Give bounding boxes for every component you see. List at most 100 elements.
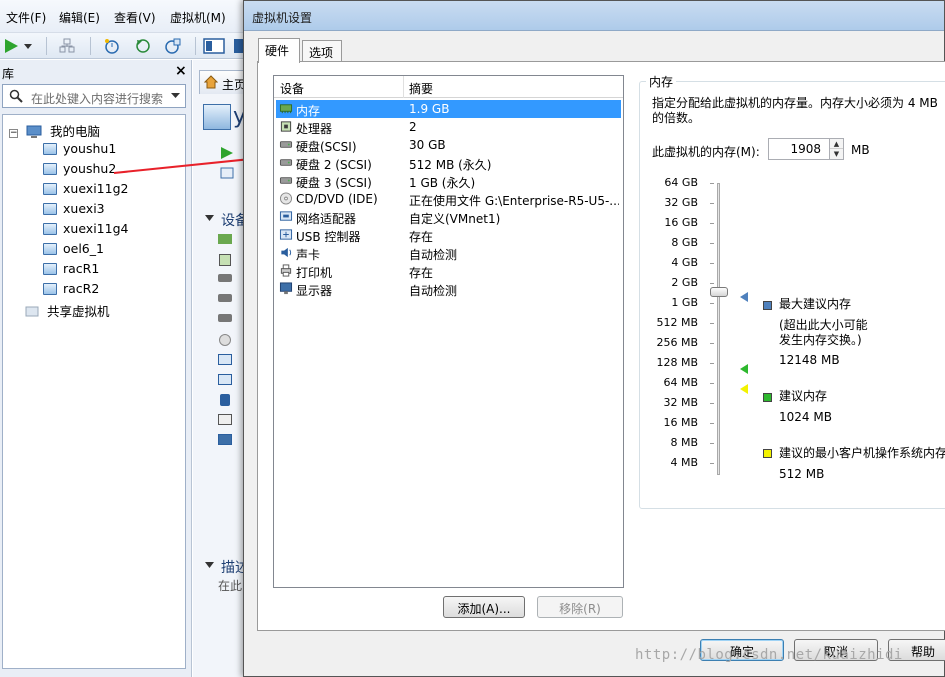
tab-hardware[interactable]: 硬件 (258, 38, 300, 63)
device-row[interactable]: 声卡 自动检测 (276, 244, 621, 262)
vm-label: youshu2 (63, 161, 117, 176)
tree-vm-item[interactable]: xuexi3 (43, 201, 105, 219)
memory-size-label: 此虚拟机的内存(M): (652, 145, 760, 159)
min-legend-value: 512 MB (779, 467, 825, 481)
hard-disk-icon (218, 294, 232, 302)
tab-options[interactable]: 选项 (302, 40, 342, 62)
network-adapter-icon (218, 354, 232, 365)
max-recommended-marker (740, 292, 748, 302)
display-icon (218, 434, 232, 445)
vm-icon (43, 143, 57, 155)
play-icon[interactable] (2, 37, 20, 55)
toolbar-separator (90, 37, 91, 55)
column-summary[interactable]: 摘要 (409, 80, 433, 97)
device-row[interactable]: 硬盘(SCSI) 30 GB (276, 136, 621, 154)
hard-disk-icon (279, 159, 293, 166)
memory-spinner[interactable]: ▲ ▼ (829, 138, 844, 160)
menu-view[interactable]: 查看(V) (114, 9, 156, 26)
memory-icon (279, 104, 293, 114)
snapshot-icon[interactable] (103, 37, 121, 55)
shared-vms-label: 共享虚拟机 (46, 304, 110, 319)
tree-vm-item[interactable]: xuexi11g4 (43, 221, 128, 239)
printer-icon (218, 414, 232, 425)
scale-tick (710, 223, 714, 224)
scale-label: 256 MB (656, 336, 698, 349)
menu-edit[interactable]: 编辑(E) (59, 9, 100, 26)
recommended-legend-title: 建议内存 (779, 389, 828, 403)
menu-vm[interactable]: 虚拟机(M) (170, 9, 226, 26)
tree-vm-item[interactable]: oel6_1 (43, 241, 104, 259)
column-device[interactable]: 设备 (280, 80, 304, 97)
watermark-text: http://blog.csdn.net/kuaizhidi (635, 647, 903, 663)
dialog-title-bar[interactable]: 虚拟机设置 (244, 1, 944, 31)
search-icon (9, 89, 23, 103)
scale-label: 64 GB (664, 176, 698, 189)
column-divider[interactable] (403, 76, 404, 98)
device-row[interactable]: CD/DVD (IDE) 正在使用文件 G:\Enterprise-R5-U5-.… (276, 190, 621, 208)
memory-size-input[interactable]: 1908 (768, 138, 830, 160)
scale-label: 512 MB (656, 316, 698, 329)
menu-file[interactable]: 文件(F) (6, 9, 46, 26)
device-row[interactable]: 处理器 2 (276, 118, 621, 136)
dialog-title: 虚拟机设置 (252, 11, 313, 25)
memory-slider-thumb[interactable] (710, 287, 728, 297)
sound-card-icon (281, 247, 292, 258)
device-list[interactable]: 设备 摘要 内存 1.9 GB 处理器 2 硬盘(SCSI) 30 GB 硬盘 2 (SCS… (273, 75, 624, 588)
vm-icon (43, 223, 57, 235)
tree-shared-vms[interactable]: 共享虚拟机 (25, 301, 110, 319)
cd-dvd-icon (279, 192, 293, 205)
device-summary: 1.9 GB (409, 102, 450, 116)
tree-vm-item[interactable]: xuexi11g2 (43, 181, 128, 199)
scale-tick (710, 243, 714, 244)
tree-vm-item[interactable]: racR2 (43, 281, 99, 299)
spin-up-icon[interactable]: ▲ (830, 139, 843, 149)
home-icon (204, 75, 218, 89)
device-row[interactable]: 硬盘 2 (SCSI) 512 MB (永久) (276, 154, 621, 172)
scale-label: 4 GB (671, 256, 698, 269)
tree-vm-item[interactable]: youshu1 (43, 141, 116, 159)
max-legend-title: 最大建议内存 (779, 297, 852, 311)
device-row[interactable]: 内存 1.9 GB (276, 100, 621, 118)
device-row[interactable]: 打印机 存在 (276, 262, 621, 280)
device-summary: 自动检测 (409, 248, 458, 262)
network-adapter-icon (279, 211, 293, 221)
computer-icon (26, 125, 42, 138)
add-device-button[interactable]: 添加(A)... (443, 596, 525, 618)
tree-root-my-computer[interactable]: − 我的电脑 (9, 121, 100, 139)
scale-label: 64 MB (663, 376, 698, 389)
remove-device-button[interactable]: 移除(R) (537, 596, 623, 618)
scale-tick (710, 423, 714, 424)
scale-label: 128 MB (656, 356, 698, 369)
chevron-down-icon[interactable] (171, 93, 180, 99)
tree-vm-item[interactable]: racR1 (43, 261, 99, 279)
device-row[interactable]: USB 控制器 存在 (276, 226, 621, 244)
toolbar-separator (46, 37, 47, 55)
library-search-input[interactable]: 在此处键入内容进行搜索 (2, 84, 186, 108)
scale-tick (710, 403, 714, 404)
revert-snapshot-icon[interactable] (134, 37, 152, 55)
chevron-down-icon[interactable] (205, 562, 214, 570)
device-row[interactable]: 硬盘 3 (SCSI) 1 GB (永久) (276, 172, 621, 190)
view-sidebar-icon[interactable] (203, 37, 225, 55)
recommended-legend-swatch (763, 393, 772, 402)
chevron-down-icon[interactable] (22, 37, 34, 55)
scale-tick (710, 303, 714, 304)
network-icon[interactable] (58, 37, 76, 55)
tree-vm-item[interactable]: youshu2 (43, 161, 116, 179)
snapshot-manager-icon[interactable] (163, 37, 181, 55)
chevron-down-icon[interactable] (205, 215, 214, 223)
device-summary: 2 (409, 120, 417, 134)
cd-dvd-icon (219, 334, 231, 346)
device-row[interactable]: 网络适配器 自定义(VMnet1) (276, 208, 621, 226)
scale-tick (710, 443, 714, 444)
close-icon[interactable]: × (175, 63, 187, 79)
memory-unit: MB (851, 143, 870, 157)
memory-slider-track[interactable] (717, 183, 720, 475)
spin-down-icon[interactable]: ▼ (830, 149, 843, 159)
device-name: CD/DVD (IDE) (296, 192, 378, 206)
scale-label: 16 MB (663, 416, 698, 429)
scale-label: 8 GB (671, 236, 698, 249)
device-name: 处理器 (296, 122, 333, 136)
collapse-icon[interactable]: − (9, 129, 18, 138)
device-row[interactable]: 显示器 自动检测 (276, 280, 621, 298)
